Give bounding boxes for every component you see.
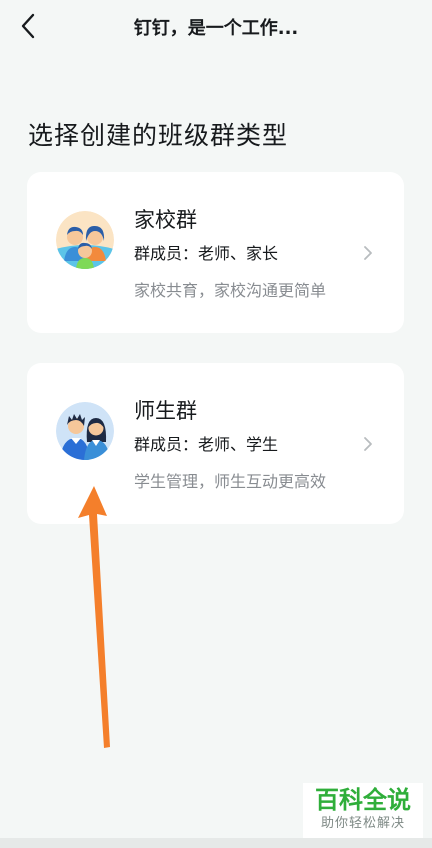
- watermark-main: 百科全说: [315, 786, 411, 814]
- navigation-bar: 钉钉，是一个工作...: [0, 0, 432, 56]
- chevron-right-icon: [364, 437, 372, 451]
- nav-title: 钉钉，是一个工作...: [133, 18, 299, 39]
- card-members: 群成员：老师、学生: [134, 435, 279, 454]
- watermark-logo: 百科全说 助你轻松解决: [303, 783, 423, 839]
- page-title: 选择创建的班级群类型: [28, 121, 289, 150]
- card-description: 家校共育，家校沟通更简单: [134, 281, 327, 300]
- annotation-arrow-icon: [78, 486, 110, 748]
- chevron-right-icon: [364, 246, 372, 260]
- bottom-bar: [0, 838, 432, 848]
- watermark-sub: 助你轻松解决: [320, 816, 405, 831]
- teacher-student-avatar-icon: [56, 402, 114, 460]
- card-members: 群成员：老师、家长: [134, 244, 279, 263]
- parents-teacher-avatar-icon: [56, 211, 114, 269]
- card-title: 家校群: [134, 208, 197, 232]
- card-title: 师生群: [134, 399, 197, 423]
- card-home-school-group[interactable]: 家校群 群成员：老师、家长 家校共育，家校沟通更简单: [27, 172, 404, 333]
- card-description: 学生管理，师生互动更高效: [134, 472, 327, 491]
